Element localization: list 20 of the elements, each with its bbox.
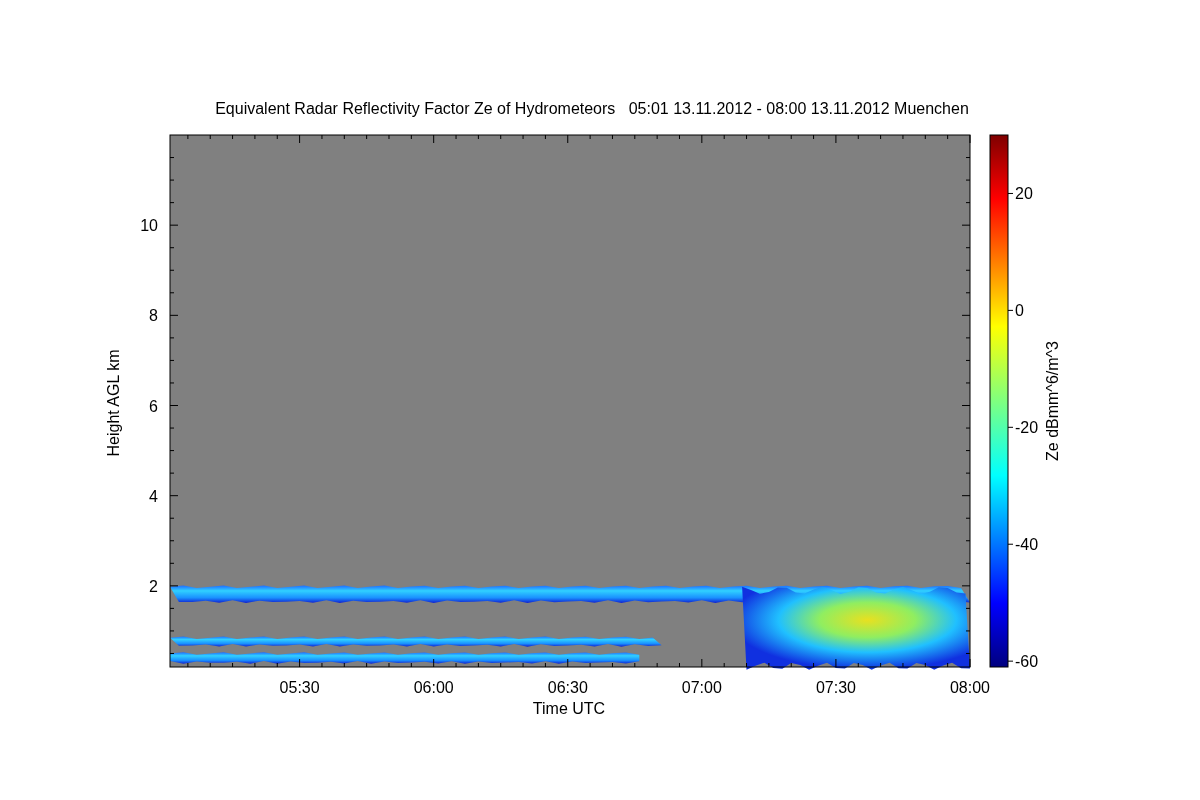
y-tick-label: 6 (149, 397, 158, 415)
x-tick-label: 08:00 (950, 679, 990, 696)
colorbar-tick-label: 20 (1015, 185, 1033, 203)
y-tick-label: 8 (149, 307, 158, 325)
colorbar-tick-label: -60 (1015, 653, 1039, 671)
y-tick-label: 10 (140, 217, 158, 235)
x-tick-label: 06:00 (413, 679, 454, 696)
x-tick-label: 05:30 (279, 679, 320, 696)
x-tick-label: 07:00 (681, 679, 722, 696)
x-axis-label: Time UTC (532, 700, 606, 717)
colorbar-tick-label: 0 (1015, 302, 1024, 320)
colorbar-tick-label: -20 (1015, 419, 1039, 437)
x-tick-label: 06:30 (547, 679, 588, 696)
y-axis-label: Height AGL km (105, 349, 122, 457)
y-tick-label: 2 (149, 577, 158, 595)
x-tick-label: 07:30 (815, 679, 856, 696)
chart-title: Equivalent Radar Reflectivity Factor Ze of Hydrometeors 05:01 13.11.2012 - 08:00 13.11.2012 Muenchen (215, 100, 969, 117)
colorbar-tick-label: -40 (1015, 536, 1039, 554)
colorbar-label: Ze dBmm^6/m^3 (1044, 341, 1061, 461)
y-tick-label: 4 (149, 487, 158, 505)
